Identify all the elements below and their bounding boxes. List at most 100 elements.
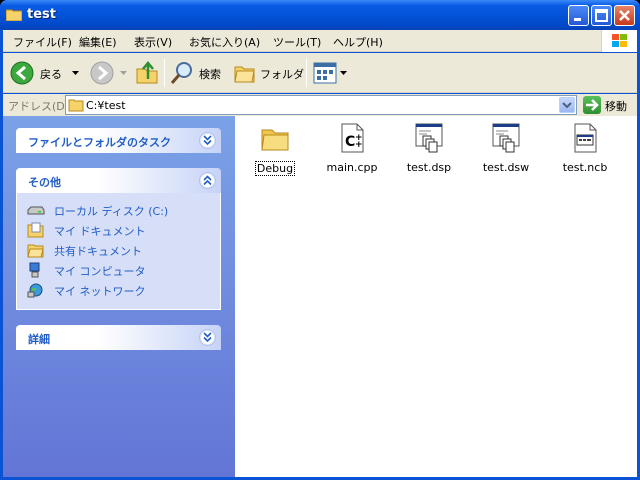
place-my-network[interactable]: マイ ネットワーク [27, 281, 220, 301]
window-title: test [27, 7, 56, 22]
views-icon [313, 62, 337, 84]
go-label[interactable]: 移動 [605, 98, 627, 114]
file-item-test-ncb[interactable]: test.ncb [547, 122, 623, 174]
menu-bar: ファイル(F) 編集(E) 表示(V) お気に入り(A) ツール(T) ヘルプ(… [3, 30, 637, 52]
my-documents-icon [27, 222, 44, 238]
panel-title: 詳細 [28, 333, 50, 346]
panel-header[interactable]: ファイルとフォルダのタスク [16, 128, 221, 153]
windows-flag-icon [612, 34, 627, 47]
svg-text:+: + [355, 140, 363, 150]
task-pane: ファイルとフォルダのタスク その他 ローカル ディスク (C:) マイ ドキュメ… [3, 116, 235, 477]
back-arrow-icon [10, 61, 34, 85]
up-folder-button[interactable] [135, 59, 159, 87]
panel-title: ファイルとフォルダのタスク [28, 136, 171, 149]
place-label: マイ ネットワーク [54, 285, 146, 298]
other-places-panel: その他 ローカル ディスク (C:) マイ ドキュメント 共有ドキュメント マイ… [16, 168, 221, 310]
menu-favorites[interactable]: お気に入り(A) [189, 34, 260, 50]
toolbar-separator [306, 59, 307, 87]
folders-icon [234, 66, 255, 83]
close-button[interactable] [614, 5, 635, 26]
file-name: main.cpp [326, 161, 378, 174]
minimize-button[interactable] [568, 5, 589, 26]
place-shared-documents[interactable]: 共有ドキュメント [27, 241, 220, 261]
folders-button[interactable]: フォルダ [233, 59, 304, 87]
details-panel: 詳細 [16, 325, 221, 350]
folder-icon [6, 9, 22, 21]
my-computer-icon [29, 262, 40, 278]
file-item-test-dsp[interactable]: test.dsp [391, 122, 467, 174]
dsw-file-icon [492, 123, 520, 153]
place-label: 共有ドキュメント [54, 245, 142, 258]
svg-text:C: C [345, 134, 355, 150]
ncb-file-icon [574, 123, 597, 153]
windows-logo [601, 30, 637, 52]
search-icon [170, 62, 192, 84]
explorer-window: test ファイル(F) 編集(E) 表示(V) お気に入り(A) ツール(T)… [0, 0, 640, 480]
cpp-file-icon: C ++ [341, 123, 364, 153]
minimize-icon [574, 18, 581, 21]
place-my-computer[interactable]: マイ コンピュータ [27, 261, 220, 281]
address-path: C:¥test [86, 99, 126, 112]
shared-documents-icon [27, 244, 44, 258]
folders-label: フォルダ [260, 68, 304, 81]
menu-file[interactable]: ファイル(F) [13, 34, 72, 50]
address-label: アドレス(D) [8, 100, 70, 113]
file-item-main-cpp[interactable]: C + + main.cpp [314, 122, 390, 174]
menu-view[interactable]: 表示(V) [134, 34, 172, 50]
menu-edit[interactable]: 編集(E) [79, 34, 117, 50]
place-label: マイ ドキュメント [54, 225, 146, 238]
drive-icon [27, 206, 45, 215]
panel-body: ローカル ディスク (C:) マイ ドキュメント 共有ドキュメント マイ コンピ… [16, 193, 221, 310]
panel-header[interactable]: その他 [16, 168, 221, 193]
back-button[interactable]: 戻る [9, 59, 85, 87]
dropdown-arrow-icon [120, 71, 127, 75]
folder-icon [68, 99, 84, 112]
file-item-test-dsw[interactable]: test.dsw [468, 122, 544, 174]
menu-tools[interactable]: ツール(T) [273, 34, 321, 50]
maximize-icon [595, 9, 608, 22]
address-input[interactable]: C:¥test [65, 95, 577, 115]
menu-help[interactable]: ヘルプ(H) [333, 34, 383, 50]
search-label: 検索 [199, 68, 221, 81]
file-name: test.ncb [562, 161, 608, 174]
dsp-file-icon [415, 123, 443, 153]
dropdown-arrow-icon [72, 71, 79, 75]
file-name: test.dsp [406, 161, 452, 174]
maximize-button[interactable] [591, 5, 612, 26]
file-name: test.dsw [482, 161, 530, 174]
chevron-down-icon [203, 135, 212, 146]
file-folder-tasks-panel: ファイルとフォルダのタスク [16, 128, 221, 153]
views-button[interactable] [313, 59, 349, 87]
expand-button[interactable] [199, 329, 216, 346]
file-list-view: Debug C + + main.cpp test.dsp test.dsw tes… [235, 116, 637, 477]
file-item-debug[interactable]: Debug [237, 122, 313, 176]
place-label: マイ コンピュータ [54, 265, 146, 278]
close-icon [619, 10, 630, 21]
search-button[interactable]: 検索 [169, 59, 227, 87]
chevron-down-icon [203, 332, 212, 343]
my-network-icon [27, 283, 43, 298]
address-bar: アドレス(D) C:¥test 移動 [3, 94, 637, 116]
dropdown-arrow-icon [340, 71, 347, 75]
toolbar-separator [164, 59, 165, 87]
chevron-up-icon [203, 175, 212, 186]
place-my-documents[interactable]: マイ ドキュメント [27, 221, 220, 241]
collapse-button[interactable] [199, 172, 216, 189]
panel-header[interactable]: 詳細 [16, 325, 221, 350]
address-dropdown-button[interactable] [559, 97, 575, 113]
file-name: Debug [254, 161, 296, 176]
folder-icon [261, 129, 289, 151]
expand-button[interactable] [199, 132, 216, 149]
chevron-down-icon [562, 102, 572, 109]
place-local-disk[interactable]: ローカル ディスク (C:) [27, 201, 220, 221]
back-label: 戻る [40, 68, 62, 81]
title-bar[interactable]: test [0, 0, 640, 30]
forward-arrow-icon [90, 61, 114, 85]
forward-button[interactable] [89, 59, 129, 87]
go-arrow-icon [586, 99, 599, 111]
panel-title: その他 [28, 176, 61, 189]
standard-toolbar: 戻る 検索 フォルダ [3, 53, 637, 93]
place-label: ローカル ディスク (C:) [54, 205, 169, 218]
go-button[interactable] [583, 96, 601, 114]
up-folder-icon [136, 61, 158, 84]
